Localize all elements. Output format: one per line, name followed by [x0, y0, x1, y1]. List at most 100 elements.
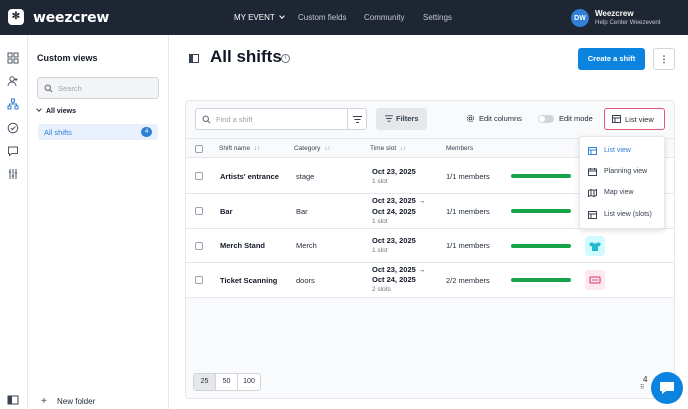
user-subtitle[interactable]: Help Center Weezevent: [595, 19, 661, 26]
nav-community[interactable]: Community: [364, 13, 404, 22]
row-checkbox[interactable]: [195, 207, 203, 215]
column-shift-name-label: Shift name: [219, 145, 251, 152]
filters-button[interactable]: Filters: [376, 108, 427, 130]
ticket-icon: [585, 270, 605, 290]
chat-unread-count: 4: [643, 375, 648, 384]
new-folder-button[interactable]: New folder: [57, 397, 95, 406]
row-checkbox[interactable]: [195, 172, 203, 180]
slot-count: 1 slot: [372, 178, 388, 185]
grip-icon: ⠿: [640, 385, 645, 391]
chat-support-button[interactable]: [651, 372, 683, 404]
sidebar-item-all-shifts[interactable]: All shifts 4: [38, 124, 158, 140]
collapse-sidebar-icon[interactable]: [7, 394, 19, 406]
info-icon[interactable]: i: [281, 54, 290, 63]
icon-rail: [0, 35, 28, 409]
members-progress-bar: [511, 278, 571, 282]
user-avatar[interactable]: DW: [571, 9, 589, 27]
list-icon: [612, 115, 621, 123]
find-shift-input[interactable]: Find a shift: [195, 108, 348, 130]
page-size-option[interactable]: 50: [216, 374, 238, 390]
chevron-down-icon: [278, 13, 285, 19]
top-bar: ✻ weezcrew MY EVENT Custom fields Commun…: [0, 0, 688, 35]
shift-category: Bar: [296, 207, 308, 216]
menu-item-list-view-slots[interactable]: List view (slots): [580, 205, 666, 225]
check-circle-icon[interactable]: [7, 122, 19, 134]
column-time-slot[interactable]: Time slot ↓↑: [370, 145, 406, 152]
chat-icon[interactable]: [7, 145, 19, 157]
all-views-label: All views: [46, 108, 76, 115]
menu-item-planning-view[interactable]: Planning view: [580, 162, 666, 182]
find-shift-placeholder: Find a shift: [216, 115, 253, 124]
chat-bubble-icon: [660, 382, 674, 394]
time-slot-start: Oct 23, 2025 →: [372, 265, 426, 274]
sidebar-item-label: All shifts: [44, 128, 72, 137]
calendar-icon: [588, 168, 597, 176]
time-slot-start: Oct 23, 2025: [372, 236, 416, 245]
sort-icon[interactable]: ↓↑: [324, 146, 330, 152]
column-shift-name[interactable]: Shift name ↓↑: [219, 145, 260, 152]
shift-name[interactable]: Ticket Scanning: [220, 276, 277, 285]
members-progress-bar: [511, 244, 571, 248]
views-search-placeholder: Search: [58, 84, 82, 93]
users-icon[interactable]: [7, 75, 19, 87]
user-name[interactable]: Weezcrew: [595, 9, 634, 18]
shift-name[interactable]: Merch Stand: [220, 241, 265, 250]
menu-item-label: List view: [604, 147, 631, 154]
column-category[interactable]: Category ↓↑: [294, 145, 330, 152]
sidebar-item-count-badge: 4: [141, 127, 152, 137]
dashboard-icon[interactable]: [7, 52, 19, 64]
chevron-down-icon: [36, 106, 42, 112]
page-size-option[interactable]: 100: [238, 374, 260, 390]
shift-name[interactable]: Artists' entrance: [220, 172, 279, 181]
search-icon: [44, 84, 53, 93]
menu-item-label: List view (slots): [604, 211, 652, 218]
nav-settings[interactable]: Settings: [423, 13, 452, 22]
menu-item-list-view[interactable]: List view: [580, 141, 666, 161]
menu-item-map-view[interactable]: Map view: [580, 183, 666, 203]
shifts-hierarchy-icon[interactable]: [7, 98, 19, 110]
toggle-panel-icon[interactable]: [189, 54, 199, 65]
row-checkbox[interactable]: [195, 276, 203, 284]
view-selector-button[interactable]: List view: [604, 108, 665, 130]
slot-count: 1 slot: [372, 218, 388, 225]
page-size-option[interactable]: 25: [194, 374, 216, 390]
row-checkbox[interactable]: [195, 242, 203, 250]
shift-name[interactable]: Bar: [220, 207, 233, 216]
search-icon: [202, 115, 211, 124]
filter-options-button[interactable]: [347, 108, 367, 130]
more-options-button[interactable]: ⋮: [653, 48, 675, 70]
views-search-input[interactable]: Search: [37, 77, 159, 99]
members-count: 1/1 members: [446, 241, 490, 250]
filters-label: Filters: [396, 114, 419, 123]
table-row[interactable]: Ticket Scanning doors Oct 23, 2025 → Oct…: [186, 263, 674, 298]
filter-icon: [385, 115, 393, 122]
custom-views-title: Custom views: [37, 53, 98, 63]
tshirt-icon: [585, 236, 605, 256]
time-slot-start: Oct 23, 2025: [372, 167, 416, 176]
select-all-checkbox[interactable]: [195, 145, 203, 153]
page-size-selector: 25 50 100: [193, 373, 261, 391]
nav-my-event[interactable]: MY EVENT: [234, 13, 285, 22]
plus-icon[interactable]: +: [41, 396, 47, 407]
time-slot-start: Oct 23, 2025 →: [372, 196, 426, 205]
sliders-icon[interactable]: [7, 168, 19, 180]
gear-icon: [466, 114, 475, 123]
members-progress-bar: [511, 174, 571, 178]
members-count: 1/1 members: [446, 172, 490, 181]
sort-icon[interactable]: ↓↑: [254, 146, 260, 152]
app-logo-text[interactable]: weezcrew: [33, 10, 109, 26]
edit-columns-label: Edit columns: [479, 114, 522, 123]
table-row[interactable]: Merch Stand Merch Oct 23, 2025 1 slot 1/…: [186, 229, 674, 263]
create-shift-button[interactable]: Create a shift: [578, 48, 645, 70]
edit-mode-toggle[interactable]: [538, 115, 554, 123]
weezcrew-logo-icon[interactable]: ✻: [8, 9, 24, 25]
view-dropdown-menu: List view Planning view Map view List vi…: [579, 136, 665, 229]
all-views-group[interactable]: All views: [36, 106, 76, 115]
sort-icon[interactable]: ↓↑: [400, 146, 406, 152]
nav-custom-fields[interactable]: Custom fields: [298, 13, 346, 22]
time-slot-end: Oct 24, 2025: [372, 207, 416, 216]
slot-count: 2 slots: [372, 286, 391, 293]
menu-item-label: Planning view: [604, 168, 648, 175]
shift-category: stage: [296, 172, 315, 181]
shift-category: Merch: [296, 241, 317, 250]
